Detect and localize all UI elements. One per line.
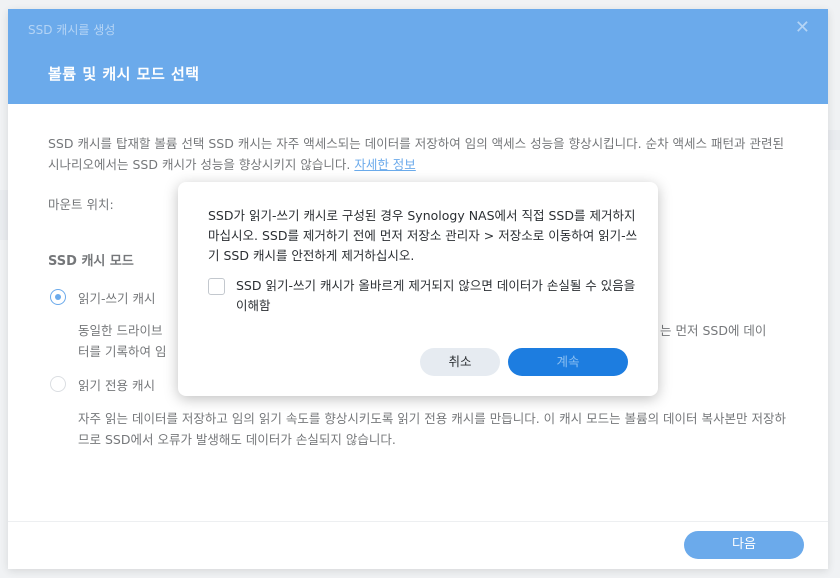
cancel-button[interactable]: 취소 bbox=[420, 348, 500, 376]
understand-checkbox[interactable] bbox=[208, 278, 225, 295]
confirm-modal: SSD가 읽기-쓰기 캐시로 구성된 경우 Synology NAS에서 직접 … bbox=[178, 182, 658, 396]
continue-button[interactable]: 계속 bbox=[508, 348, 628, 376]
modal-message: SSD가 읽기-쓰기 캐시로 구성된 경우 Synology NAS에서 직접 … bbox=[208, 208, 638, 263]
understand-checkbox-label[interactable]: SSD 읽기-쓰기 캐시가 올바르게 제거되지 않으면 데이터가 손실될 수 있… bbox=[236, 276, 636, 316]
